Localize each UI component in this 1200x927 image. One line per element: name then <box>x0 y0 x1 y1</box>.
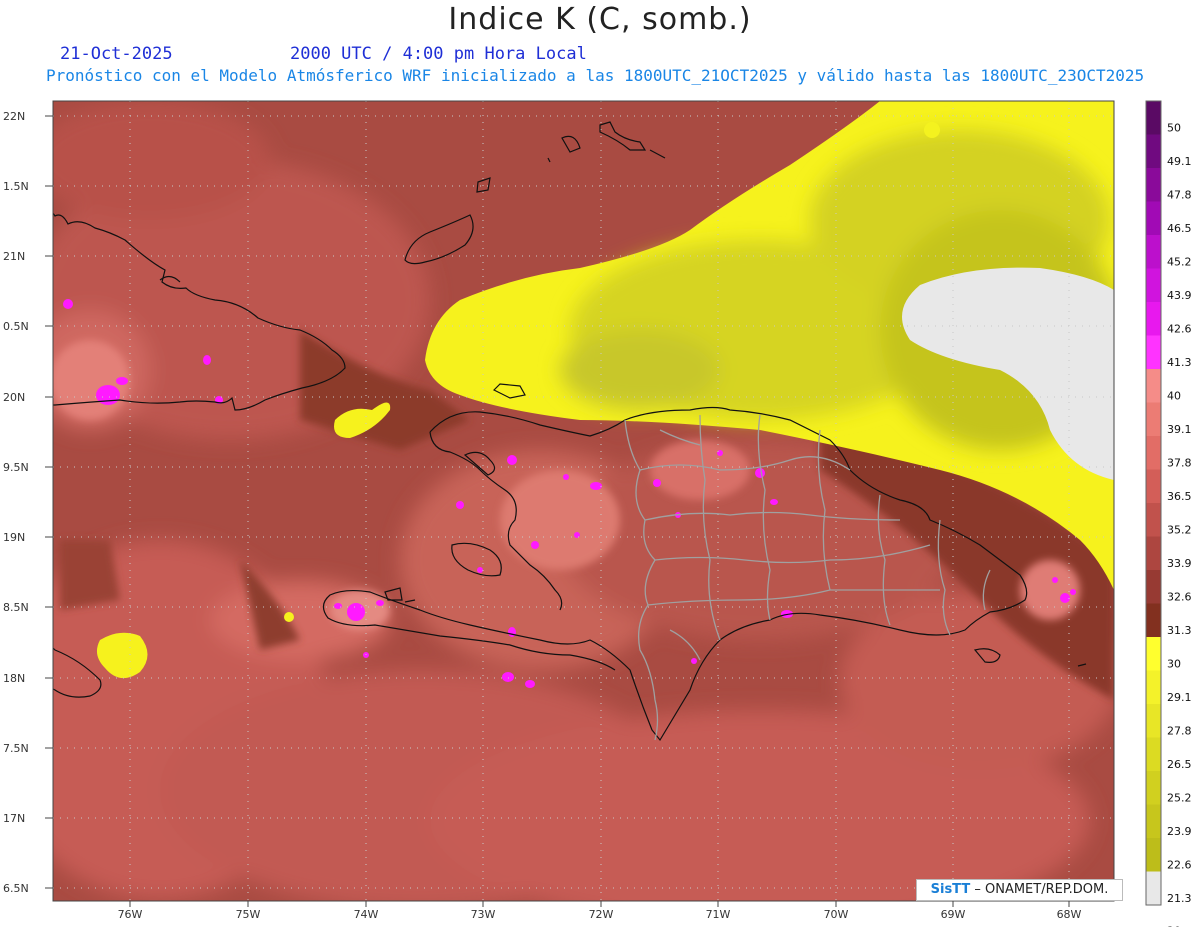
svg-text:74W: 74W <box>354 908 379 921</box>
svg-text:76W: 76W <box>118 908 143 921</box>
colorbar-label: 50 <box>1167 122 1181 135</box>
colorbar-swatch <box>1146 771 1161 805</box>
svg-text:1.5N: 1.5N <box>3 180 29 193</box>
colorbar-swatch <box>1146 603 1161 638</box>
colorbar-swatch <box>1146 670 1161 705</box>
lon-ticks: 76W 75W 74W 73W 72W 71W 70W 69W 68W <box>118 901 1082 921</box>
svg-text:8.5N: 8.5N <box>3 601 29 614</box>
colorbar-swatch <box>1146 536 1161 571</box>
colorbar-swatch <box>1146 469 1161 504</box>
colorbar-label: 49.1 <box>1167 155 1192 168</box>
colorbar-swatch <box>1146 268 1161 303</box>
colorbar-label: 31.3 <box>1167 624 1192 637</box>
svg-text:21N: 21N <box>3 250 25 263</box>
colorbar-swatch <box>1146 302 1161 336</box>
colorbar-swatch <box>1146 704 1161 738</box>
colorbar-swatch <box>1146 503 1161 537</box>
colorbar-label: 45.2 <box>1167 256 1192 269</box>
svg-text:9.5N: 9.5N <box>3 461 29 474</box>
colorbar-swatch <box>1146 804 1161 839</box>
colorbar-label: 43.9 <box>1167 289 1192 302</box>
colorbar-label: 23.9 <box>1167 825 1192 838</box>
colorbar-swatch <box>1146 637 1161 671</box>
colorbar-swatch <box>1146 369 1161 403</box>
svg-text:69W: 69W <box>941 908 966 921</box>
colorbar-swatch <box>1146 235 1161 269</box>
colorbar-label: 42.6 <box>1167 323 1192 336</box>
colorbar-label: 25.2 <box>1167 792 1192 805</box>
svg-text:7.5N: 7.5N <box>3 742 29 755</box>
colorbar-label: 35.2 <box>1167 524 1192 537</box>
colorbar-label: 37.8 <box>1167 457 1192 470</box>
map-field <box>53 101 1114 901</box>
svg-text:18N: 18N <box>3 672 25 685</box>
svg-text:17N: 17N <box>3 812 25 825</box>
colorbar-swatch <box>1146 201 1161 236</box>
colorbar-swatch <box>1146 134 1161 169</box>
colorbar-label: 32.6 <box>1167 591 1192 604</box>
sispi-logo: SisTT <box>930 882 971 897</box>
colorbar-swatch <box>1146 402 1161 437</box>
colorbar-swatch <box>1146 335 1161 370</box>
svg-text:19N: 19N <box>3 531 25 544</box>
colorbar-label: 39.1 <box>1167 423 1192 436</box>
colorbar-label: 36.5 <box>1167 490 1192 503</box>
credit-text: – ONAMET/REP.DOM. <box>970 882 1109 897</box>
colorbar-label: 21.3 <box>1167 892 1192 905</box>
svg-text:0.5N: 0.5N <box>3 320 29 333</box>
svg-text:71W: 71W <box>706 908 731 921</box>
svg-text:73W: 73W <box>471 908 496 921</box>
colorbar-swatch <box>1146 737 1161 772</box>
colorbar-label: 47.8 <box>1167 189 1192 202</box>
colorbar-swatch <box>1146 838 1161 872</box>
colorbar-label: 26.5 <box>1167 758 1192 771</box>
colorbar-label: 41.3 <box>1167 356 1192 369</box>
svg-text:20N: 20N <box>3 391 25 404</box>
weather-map: 22N 1.5N 21N 0.5N 20N 9.5N 19N 8.5N 18N … <box>3 100 1192 927</box>
svg-text:72W: 72W <box>589 908 614 921</box>
colorbar-label: 46.5 <box>1167 222 1192 235</box>
svg-text:70W: 70W <box>824 908 849 921</box>
colorbar-label: 30 <box>1167 658 1181 671</box>
svg-text:6.5N: 6.5N <box>3 882 29 895</box>
colorbar-swatch <box>1146 436 1161 470</box>
svg-text:22N: 22N <box>3 110 25 123</box>
colorbar-label: 40 <box>1167 390 1181 403</box>
credit-box: SisTT – ONAMET/REP.DOM. <box>916 879 1123 901</box>
colorbar-label: 27.8 <box>1167 725 1192 738</box>
colorbar-label: 33.9 <box>1167 557 1192 570</box>
colorbar-label: 29.1 <box>1167 691 1192 704</box>
colorbar-swatch <box>1146 570 1161 604</box>
colorbar-swatch <box>1146 101 1161 135</box>
colorbar-label: 22.6 <box>1167 859 1192 872</box>
colorbar-swatch <box>1146 871 1161 906</box>
colorbar: 50 49.1 47.8 46.5 45.2 43.9 42.6 41.3 40 39.1 37.8… <box>1145 100 1192 927</box>
colorbar-swatch <box>1146 168 1161 202</box>
svg-text:68W: 68W <box>1057 908 1082 921</box>
svg-text:75W: 75W <box>236 908 261 921</box>
lat-ticks: 22N 1.5N 21N 0.5N 20N 9.5N 19N 8.5N 18N … <box>3 110 53 895</box>
